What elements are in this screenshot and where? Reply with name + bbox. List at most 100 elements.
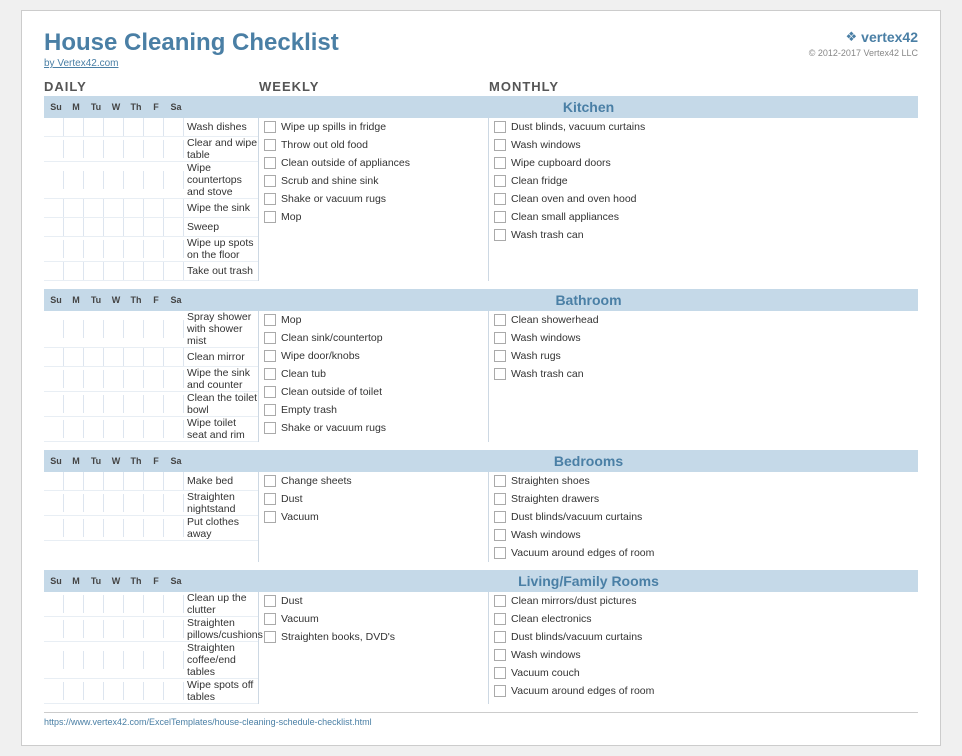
day-abbr: F xyxy=(146,576,166,586)
day-cell xyxy=(44,218,64,236)
checkbox[interactable] xyxy=(494,595,506,607)
checkbox[interactable] xyxy=(264,350,276,362)
day-cell xyxy=(44,370,64,388)
checkbox[interactable] xyxy=(264,475,276,487)
checkbox[interactable] xyxy=(264,332,276,344)
weekly-task: Wipe up spills in fridge xyxy=(264,118,488,136)
day-cell xyxy=(84,595,104,613)
checkbox[interactable] xyxy=(264,404,276,416)
day-cell xyxy=(164,218,184,236)
checkbox[interactable] xyxy=(264,211,276,223)
sections-container: SuMTuWThFSa Kitchen Wash dishes Clear an… xyxy=(44,96,918,704)
checkbox[interactable] xyxy=(494,350,506,362)
daily-task-row: Spray shower with shower mist xyxy=(44,311,258,348)
day-cell xyxy=(104,519,124,537)
checkbox[interactable] xyxy=(264,511,276,523)
day-abbr: Su xyxy=(46,576,66,586)
day-cell xyxy=(44,420,64,438)
checkbox[interactable] xyxy=(494,175,506,187)
checkbox[interactable] xyxy=(264,631,276,643)
checkbox[interactable] xyxy=(264,121,276,133)
day-cell xyxy=(164,240,184,258)
checkbox[interactable] xyxy=(494,511,506,523)
day-abbr: M xyxy=(66,456,86,466)
task-text: Dust blinds/vacuum curtains xyxy=(511,511,642,523)
checkbox[interactable] xyxy=(264,157,276,169)
checkbox[interactable] xyxy=(494,368,506,380)
checkbox[interactable] xyxy=(264,314,276,326)
monthly-task: Wash trash can xyxy=(494,365,918,383)
header: House Cleaning Checklist by Vertex42.com… xyxy=(44,29,918,69)
checkbox[interactable] xyxy=(494,613,506,625)
day-abbr: Th xyxy=(126,102,146,112)
checkbox[interactable] xyxy=(264,193,276,205)
daily-header: DAILY xyxy=(44,79,259,94)
checkbox[interactable] xyxy=(494,475,506,487)
day-cell xyxy=(144,494,164,512)
checkbox[interactable] xyxy=(494,529,506,541)
checkbox[interactable] xyxy=(264,595,276,607)
logo-text: vertex42 xyxy=(861,29,918,45)
checkbox[interactable] xyxy=(264,139,276,151)
day-abbr: Sa xyxy=(166,576,186,586)
checkbox[interactable] xyxy=(494,685,506,697)
day-cell xyxy=(124,472,144,490)
task-text: Shake or vacuum rugs xyxy=(281,422,386,434)
checkbox[interactable] xyxy=(264,613,276,625)
task-text: Clean mirrors/dust pictures xyxy=(511,595,636,607)
byline-link[interactable]: by Vertex42.com xyxy=(44,58,118,69)
checkbox[interactable] xyxy=(494,493,506,505)
daily-task-row: Wash dishes xyxy=(44,118,258,137)
checkbox[interactable] xyxy=(494,314,506,326)
day-cell xyxy=(84,370,104,388)
checkbox[interactable] xyxy=(494,121,506,133)
checkbox[interactable] xyxy=(264,386,276,398)
day-cell xyxy=(64,140,84,158)
monthly-header: MONTHLY xyxy=(489,79,918,94)
day-cell xyxy=(124,595,144,613)
day-cell xyxy=(44,348,64,366)
col-weekly: Mop Clean sink/countertop Wipe door/knob… xyxy=(259,311,489,442)
daily-task-text: Wipe the sink and counter xyxy=(184,367,258,391)
checkbox[interactable] xyxy=(494,649,506,661)
task-text: Clean fridge xyxy=(511,175,568,187)
monthly-task: Vacuum around edges of room xyxy=(494,544,918,562)
day-cell xyxy=(164,620,184,638)
weekly-task: Scrub and shine sink xyxy=(264,172,488,190)
day-cell xyxy=(64,199,84,217)
checkbox[interactable] xyxy=(494,631,506,643)
task-text: Mop xyxy=(281,314,301,326)
checkbox[interactable] xyxy=(264,175,276,187)
day-cell xyxy=(144,262,164,280)
day-cell xyxy=(44,651,64,669)
day-cell xyxy=(124,140,144,158)
checkbox[interactable] xyxy=(264,368,276,380)
checkbox[interactable] xyxy=(494,193,506,205)
checkbox[interactable] xyxy=(494,211,506,223)
monthly-task: Dust blinds, vacuum curtains xyxy=(494,118,918,136)
task-text: Vacuum xyxy=(281,613,319,625)
footer-url[interactable]: https://www.vertex42.com/ExcelTemplates/… xyxy=(44,717,372,727)
section-title: Living/Family Rooms xyxy=(259,573,918,589)
checkbox[interactable] xyxy=(494,139,506,151)
day-cell xyxy=(44,519,64,537)
checkbox[interactable] xyxy=(494,332,506,344)
checkbox[interactable] xyxy=(494,229,506,241)
task-text: Wash windows xyxy=(511,649,581,661)
checkbox[interactable] xyxy=(494,667,506,679)
task-text: Mop xyxy=(281,211,301,223)
day-cell xyxy=(64,519,84,537)
day-cell xyxy=(144,651,164,669)
day-cell xyxy=(144,140,164,158)
day-abbr: M xyxy=(66,576,86,586)
monthly-task: Wash windows xyxy=(494,646,918,664)
checkbox[interactable] xyxy=(264,493,276,505)
checkbox[interactable] xyxy=(494,547,506,559)
monthly-task: Clean showerhead xyxy=(494,311,918,329)
col-daily: Make bed Straighten nightstand Put cloth… xyxy=(44,472,259,562)
checkbox[interactable] xyxy=(264,422,276,434)
day-cell xyxy=(124,682,144,700)
checkbox[interactable] xyxy=(494,157,506,169)
day-cell xyxy=(84,651,104,669)
daily-task-row: Put clothes away xyxy=(44,516,258,541)
